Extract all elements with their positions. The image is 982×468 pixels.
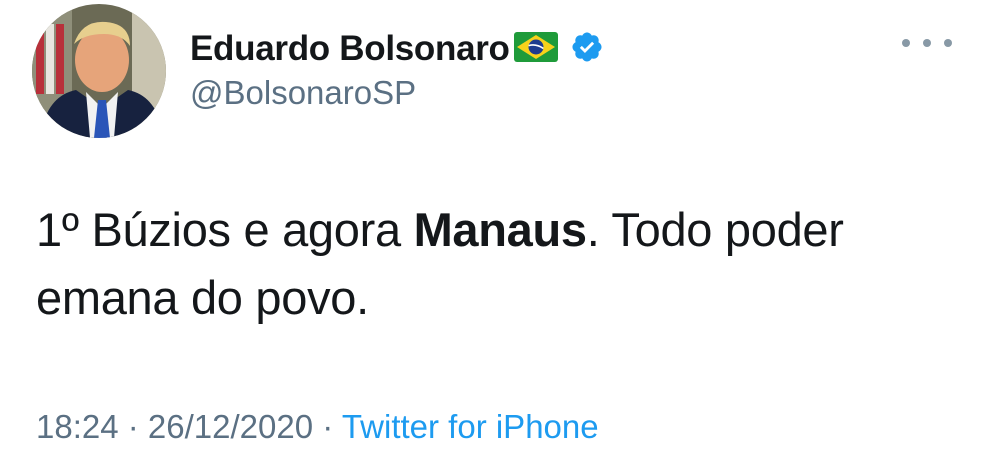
tweet-source-link[interactable]: Twitter for iPhone: [342, 408, 599, 445]
tweet-text-bold: Manaus: [413, 203, 588, 256]
more-options-button[interactable]: [902, 28, 952, 58]
avatar-image: [32, 4, 166, 138]
tweet-text: 1º Búzios e agora Manaus. Todo poder ema…: [36, 196, 956, 332]
meta-separator: ·: [313, 408, 342, 445]
tweet-date[interactable]: 26/12/2020: [148, 408, 313, 445]
more-dot-icon: [944, 39, 952, 47]
more-dot-icon: [923, 39, 931, 47]
more-dot-icon: [902, 39, 910, 47]
tweet-meta: 18:24 · 26/12/2020 · Twitter for iPhone: [36, 408, 599, 446]
avatar[interactable]: [32, 4, 166, 138]
author-name-row: Eduardo Bolsonaro: [190, 24, 604, 74]
verified-badge-icon: [570, 30, 604, 69]
author-handle[interactable]: @BolsonaroSP: [190, 74, 416, 112]
tweet-text-start: 1º Búzios e agora: [36, 203, 414, 256]
brazil-flag-icon: [513, 31, 558, 67]
tweet-card: Eduardo Bolsonaro @BolsonaroSP 1º Búzios…: [0, 0, 982, 468]
tweet-time[interactable]: 18:24: [36, 408, 119, 445]
meta-separator: ·: [118, 408, 148, 445]
display-name[interactable]: Eduardo Bolsonaro: [190, 29, 510, 69]
